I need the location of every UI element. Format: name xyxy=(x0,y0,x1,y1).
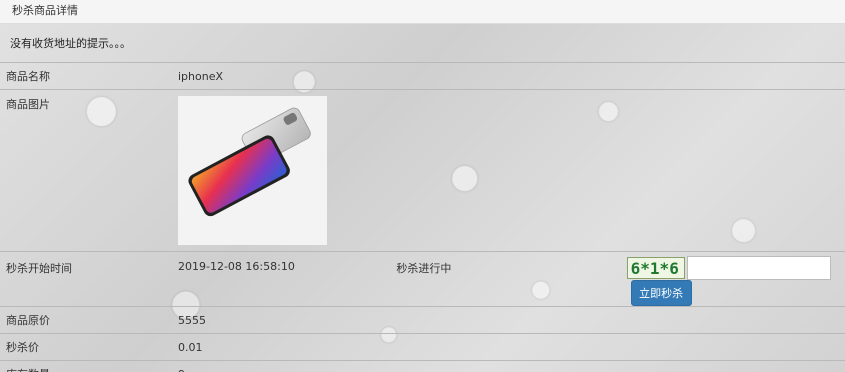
table-row: 秒杀开始时间 2019-12-08 16:58:10 秒杀进行中 6*1*6立即… xyxy=(0,251,845,307)
seckill-status: 秒杀进行中 xyxy=(396,251,621,307)
stock-count: 9 xyxy=(172,360,845,372)
goods-image-cell xyxy=(172,89,845,252)
original-price-label: 商品原价 xyxy=(0,306,172,334)
seckill-goods-panel: 秒杀商品详情 没有收货地址的提示。。。 商品名称 iphoneX 商品图片 秒杀… xyxy=(0,0,845,372)
table-row: 商品名称 iphoneX xyxy=(0,62,845,90)
table-row: 库存数量 9 xyxy=(0,360,845,372)
address-tip: 没有收货地址的提示。。。 xyxy=(10,37,131,50)
seckill-price-label: 秒杀价 xyxy=(0,333,172,361)
seckill-price: 0.01 xyxy=(172,333,845,361)
goods-name: iphoneX xyxy=(172,62,845,90)
goods-detail-table: 商品名称 iphoneX 商品图片 秒杀开始时间 2019-12-08 16:5… xyxy=(0,62,845,372)
table-row: 商品图片 xyxy=(0,89,845,252)
table-row: 商品原价 5555 xyxy=(0,306,845,334)
original-price: 5555 xyxy=(172,306,845,334)
captcha-input[interactable] xyxy=(686,256,831,280)
captcha-image[interactable]: 6*1*6 xyxy=(626,257,685,279)
seckill-button[interactable]: 立即秒杀 xyxy=(630,280,692,306)
start-time-label: 秒杀开始时间 xyxy=(0,251,172,307)
goods-image-label: 商品图片 xyxy=(0,89,172,252)
start-time: 2019-12-08 16:58:10 xyxy=(172,251,397,307)
table-row: 秒杀价 0.01 xyxy=(0,333,845,361)
stock-label: 库存数量 xyxy=(0,360,172,372)
panel-title: 秒杀商品详情 xyxy=(0,0,845,24)
seckill-action-cell: 6*1*6立即秒杀 xyxy=(620,251,845,307)
goods-name-label: 商品名称 xyxy=(0,62,172,90)
goods-image xyxy=(178,96,327,245)
